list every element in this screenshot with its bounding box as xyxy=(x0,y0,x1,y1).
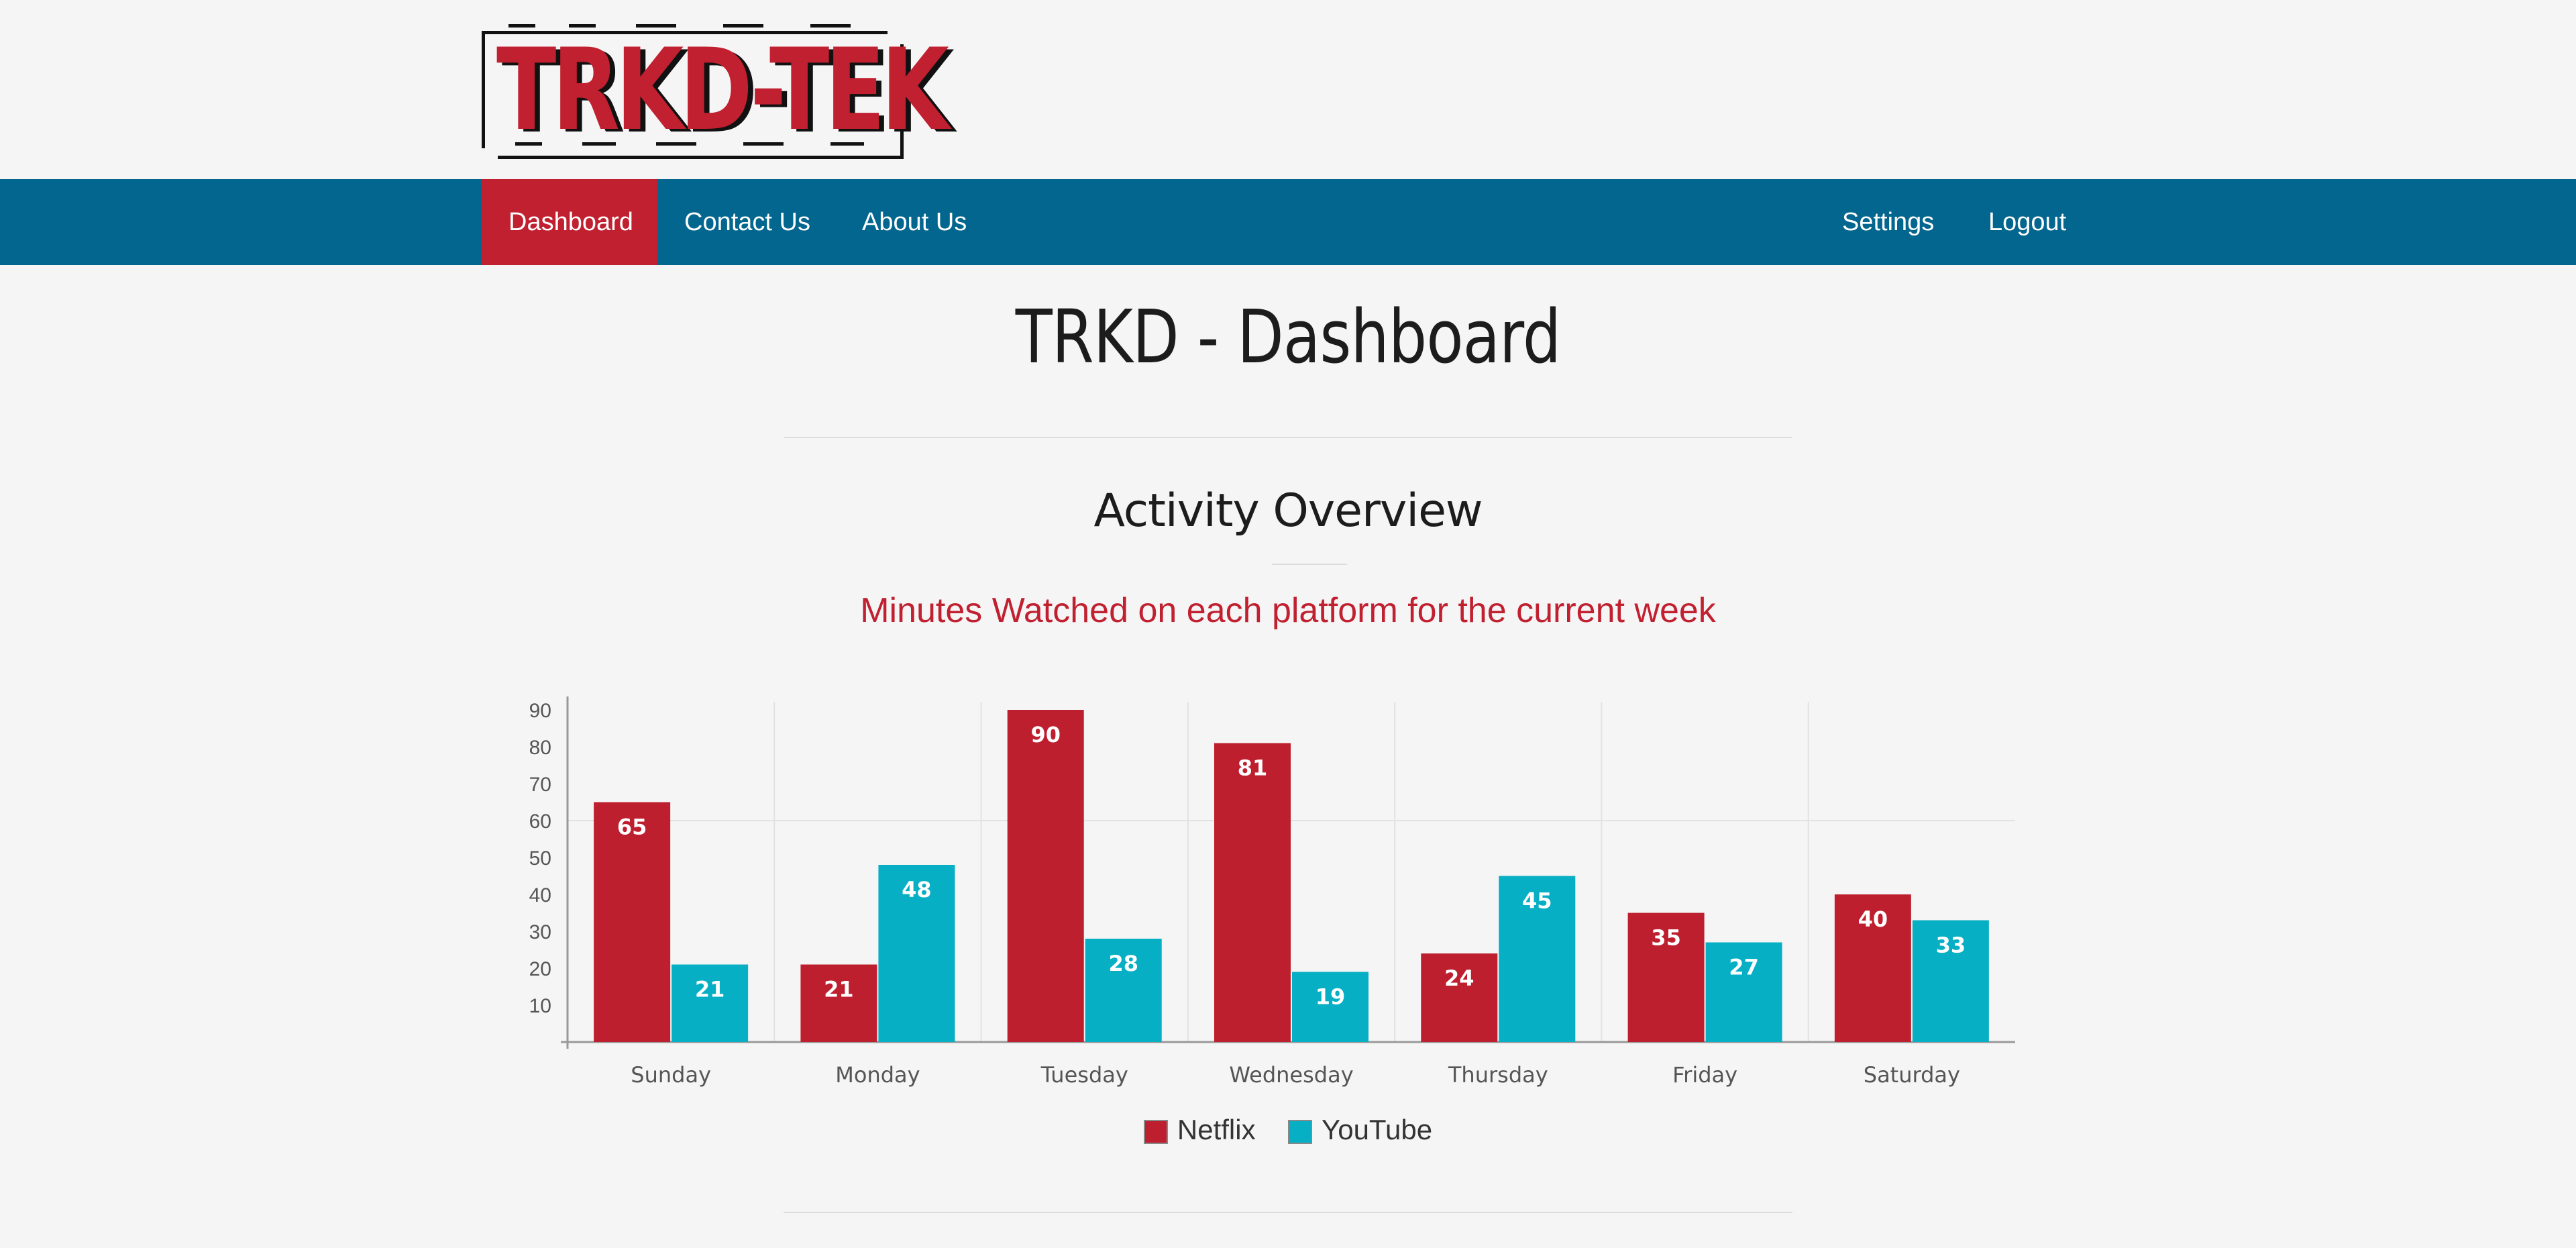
x-tick-label: Wednesday xyxy=(1229,1062,1353,1088)
nav-item-dashboard[interactable]: Dashboard xyxy=(482,179,657,265)
y-tick-label: 90 xyxy=(529,700,551,722)
legend-label: Netflix xyxy=(1177,1114,1256,1145)
bar-data-label: 27 xyxy=(1729,955,1759,980)
bar-data-label: 24 xyxy=(1444,966,1474,991)
logo[interactable]: TRKD-TEK xyxy=(482,24,949,159)
legend-label: YouTube xyxy=(1322,1114,1433,1145)
y-tick-label: 70 xyxy=(529,774,551,796)
nav-item-settings[interactable]: Settings xyxy=(1815,179,1961,265)
nav-item-logout[interactable]: Logout xyxy=(1962,179,2093,265)
y-tick-label: 40 xyxy=(529,884,551,906)
chart-subtitle: Minutes Watched on each platform for the… xyxy=(860,591,1716,630)
bar-data-label: 90 xyxy=(1030,722,1061,747)
x-tick-label: Friday xyxy=(1672,1062,1737,1088)
legend-swatch-youtube xyxy=(1288,1119,1313,1144)
section-title: Activity Overview xyxy=(1093,484,1483,537)
bar-data-label: 45 xyxy=(1522,888,1552,914)
nav-item-contact-us[interactable]: Contact Us xyxy=(657,179,837,265)
nav-item-about-us[interactable]: About Us xyxy=(835,179,994,265)
x-tick-label: Tuesday xyxy=(1040,1062,1128,1088)
bar-data-label: 28 xyxy=(1108,951,1138,976)
legend-item-netflix[interactable]: Netflix xyxy=(1143,1114,1256,1146)
bar-netflix xyxy=(1214,743,1291,1042)
bar-data-label: 21 xyxy=(695,977,725,1002)
logo-text: TRKD-TEK xyxy=(496,24,949,156)
y-tick-label: 80 xyxy=(529,737,551,759)
bar-netflix xyxy=(1007,710,1084,1042)
bar-data-label: 48 xyxy=(902,877,932,902)
bar-data-label: 21 xyxy=(824,977,854,1002)
bar-data-label: 81 xyxy=(1238,756,1268,781)
y-tick-label: 10 xyxy=(529,995,551,1017)
y-tick-label: 60 xyxy=(529,811,551,833)
page-title: TRKD - Dashboard xyxy=(1015,294,1561,380)
bar-chart: 10 20 30 40 50 60 70 80 90 65 21 Sunday 21 48 Monday 90… xyxy=(529,696,2015,1088)
bar-data-label: 33 xyxy=(1936,933,1966,958)
bar-data-label: 19 xyxy=(1316,984,1346,1010)
divider xyxy=(784,437,1792,438)
divider xyxy=(784,1212,1792,1213)
bar-data-label: 35 xyxy=(1651,925,1681,951)
divider xyxy=(1272,564,1347,565)
header: TRKD-TEK xyxy=(0,0,2576,179)
bar-data-label: 40 xyxy=(1858,906,1888,932)
legend-swatch-netflix xyxy=(1143,1119,1168,1144)
y-tick-label: 30 xyxy=(529,921,551,943)
x-tick-label: Saturday xyxy=(1864,1062,1960,1088)
y-tick-label: 50 xyxy=(529,847,551,870)
x-tick-label: Sunday xyxy=(631,1062,711,1088)
legend-item-youtube[interactable]: YouTube xyxy=(1288,1114,1432,1146)
y-tick-label: 20 xyxy=(529,958,551,980)
x-tick-label: Thursday xyxy=(1448,1062,1548,1088)
nav-bar: Dashboard Contact Us About Us Settings L… xyxy=(0,179,2576,265)
bar-data-label: 65 xyxy=(617,815,647,840)
x-tick-label: Monday xyxy=(835,1062,920,1088)
chart-legend: Netflix YouTube xyxy=(0,1114,2576,1146)
